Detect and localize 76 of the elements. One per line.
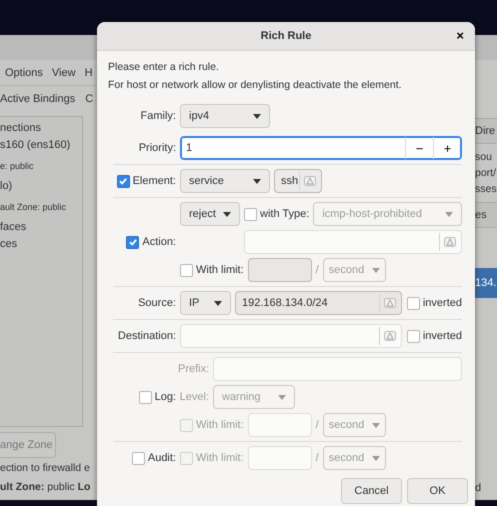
table-row[interactable]: 134.: [475, 268, 497, 298]
close-button[interactable]: ×: [453, 28, 467, 43]
action-dropdown[interactable]: reject: [180, 202, 240, 226]
column-header: Dire: [475, 118, 497, 144]
dialog-button[interactable]: OK: [407, 478, 468, 504]
menu-item[interactable]: Options: [5, 66, 43, 78]
input-field[interactable]: [248, 258, 312, 282]
caret-icon: [372, 456, 380, 460]
separator-text: /: [316, 264, 319, 276]
menu-item[interactable]: View: [52, 66, 76, 78]
warning-icon: [304, 176, 316, 186]
source-field[interactable]: 192.168.134.0/24: [235, 291, 402, 315]
caret-icon: [223, 212, 231, 216]
source-type-dropdown[interactable]: IP: [180, 291, 231, 315]
description-text: sou: [475, 150, 493, 165]
binding-item[interactable]: lo): [0, 178, 82, 195]
input-field[interactable]: [248, 446, 312, 470]
checkbox-label: With limit:: [196, 264, 244, 276]
binding-heading: faces: [0, 220, 28, 235]
binding-item[interactable]: s160 (ens160): [0, 137, 82, 154]
checkbox-label: with Type:: [260, 208, 310, 220]
element-type-dropdown[interactable]: service: [180, 169, 270, 193]
caret-icon: [214, 300, 222, 306]
column-header: es: [475, 202, 497, 228]
service-field[interactable]: ssh: [274, 169, 322, 193]
checkbox-label: Audit:: [148, 452, 176, 464]
checkbox-label: Action:: [142, 236, 176, 248]
warning-icon: [384, 331, 396, 341]
caret-icon: [253, 114, 261, 118]
decrement-button[interactable]: −: [405, 137, 433, 159]
binding-zone: ault Zone: public: [0, 201, 68, 214]
checkbox-label: With limit:: [196, 419, 244, 431]
binding-zone: e: public: [0, 160, 35, 173]
menu-item[interactable]: H: [84, 66, 93, 78]
field-label: Prefix:: [178, 363, 209, 375]
field-label: Source:: [138, 297, 176, 309]
field-label: Level:: [178, 391, 209, 403]
instruction-text: For host or network allow or denylisting deactivate the element.: [108, 78, 403, 93]
caret-icon: [278, 394, 286, 400]
separator-text: /: [316, 419, 319, 431]
description-text: sses: [475, 182, 497, 197]
checkbox-label: inverted: [422, 297, 462, 309]
checkbox[interactable]: [132, 452, 145, 464]
family-dropdown[interactable]: ipv4: [180, 104, 270, 128]
checkbox[interactable]: [180, 264, 193, 276]
panel-title: Active Bindings: [0, 93, 76, 105]
checkbox[interactable]: [406, 296, 420, 310]
input-field[interactable]: [248, 413, 312, 437]
dialog-button[interactable]: Cancel: [341, 478, 402, 504]
status-text: d: [475, 481, 482, 496]
field-label: Priority:: [138, 142, 176, 154]
caret-icon: [253, 178, 261, 184]
status-zone: ult Zone: public Lo: [0, 480, 92, 495]
caret-icon: [445, 212, 453, 216]
checkbox-label: Log:: [154, 391, 176, 403]
warning-icon: [444, 237, 456, 247]
instruction-text: Please enter a rich rule.: [108, 60, 220, 75]
status-message: ection to firewalld e: [0, 461, 91, 476]
description-text: port/: [475, 166, 497, 181]
checkbox-label: inverted: [422, 330, 462, 342]
warning-icon: [384, 298, 396, 308]
window-title: Rich Rule: [260, 30, 312, 42]
increment-button[interactable]: +: [433, 137, 461, 159]
binding-heading: ces: [0, 237, 18, 252]
separator-text: /: [316, 452, 319, 464]
caret-icon: [372, 268, 380, 272]
panel-title: C: [85, 93, 94, 105]
checkbox-label: With limit:: [196, 452, 244, 464]
checkbox[interactable]: [116, 174, 130, 188]
caret-icon: [372, 422, 380, 428]
priority-spin-field[interactable]: 1 − +: [180, 136, 462, 160]
binding-heading: nections: [0, 121, 42, 136]
checkbox-label: Element:: [132, 175, 176, 187]
checkbox[interactable]: [126, 236, 140, 248]
field-label: Family:: [140, 110, 176, 122]
field-label: Destination:: [118, 330, 176, 342]
